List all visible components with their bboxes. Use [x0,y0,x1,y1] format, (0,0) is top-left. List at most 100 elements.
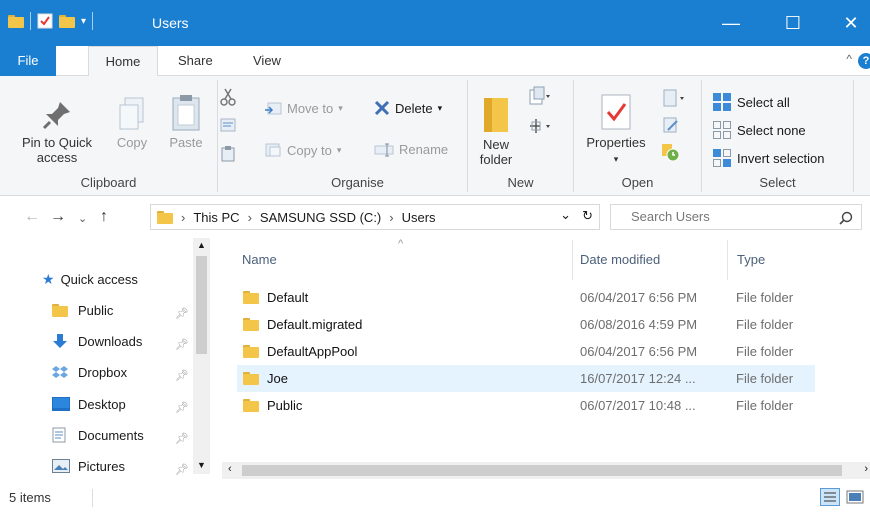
file-list-horizontal-scrollbar[interactable]: ‹ › [222,462,870,479]
copy-to-label: Copy to [287,142,332,158]
copy-path-icon[interactable] [220,118,236,132]
close-button[interactable]: ✕ [828,0,870,46]
new-folder-label-line2: folder [479,152,513,167]
column-header-type[interactable]: Type [737,252,765,267]
file-type: File folder [736,344,794,359]
delete-button[interactable]: Delete ▾ [374,100,442,116]
download-icon [53,334,67,348]
file-date: 06/08/2016 4:59 PM [580,317,698,332]
divider [92,489,93,507]
breadcrumb-separator-icon: › [247,209,252,225]
window-title: Users [152,15,189,31]
address-bar[interactable]: › This PC › SAMSUNG SSD (C:) › Users ⌄ ↻ [150,204,600,230]
pin-icon[interactable]: 📌︎ [175,401,189,414]
copy-to-button[interactable]: Copy to ▾ [264,142,341,158]
new-folder-label-line1: New [482,137,509,152]
pin-icon[interactable]: 📌︎ [175,307,189,320]
new-folder-icon[interactable] [59,14,75,28]
table-row[interactable]: Default 06/04/2017 6:56 PM File folder [237,284,815,311]
scroll-right-icon[interactable]: › [864,463,868,475]
file-type: File folder [736,371,794,386]
tab-file[interactable]: File [0,46,56,76]
forward-arrow-icon[interactable]: → [50,208,66,226]
nav-item-public[interactable]: Public [52,296,242,324]
scroll-down-icon[interactable]: ▼ [197,460,206,470]
copy-to-icon [265,143,281,157]
refresh-icon[interactable]: ↻ [582,208,593,224]
search-input[interactable]: Search Users [610,204,862,230]
file-name: Public [267,398,303,413]
column-divider[interactable] [572,240,573,280]
table-row-selected[interactable]: Joe 16/07/2017 12:24 ... File folder [237,365,815,392]
pin-icon[interactable]: 📌︎ [175,432,189,445]
select-none-icon [713,121,731,139]
table-row[interactable]: Default.migrated 06/08/2016 4:59 PM File… [237,311,815,338]
properties-button[interactable]: Properties ▾ [580,92,652,167]
invert-selection-button[interactable]: Invert selection [712,148,824,168]
star-icon: ★ [42,270,55,287]
move-to-icon [265,102,282,115]
breadcrumb-users[interactable]: Users [402,210,436,225]
recent-locations-chevron-icon[interactable]: ⌄ [78,212,87,225]
column-header-name[interactable]: Name [242,252,277,267]
nav-item-downloads[interactable]: Downloads [52,327,242,355]
select-none-button[interactable]: Select none [712,120,806,140]
large-icons-view-icon[interactable] [846,489,864,505]
pin-to-quick-access-button[interactable]: Pin to Quick access [16,98,98,165]
move-to-button[interactable]: Move to ▾ [264,100,343,116]
tab-home[interactable]: Home [88,46,158,77]
column-divider[interactable] [727,240,728,280]
chevron-up-icon[interactable]: ^ [846,52,852,66]
copy-button[interactable]: Copy [112,96,152,150]
invert-selection-label: Invert selection [737,150,825,166]
customize-qat-dropdown-icon[interactable]: ▾ [81,16,86,27]
back-arrow-icon[interactable]: ← [24,208,40,226]
paste-shortcut-icon[interactable] [221,146,235,162]
nav-item-documents[interactable]: Documents [52,421,242,449]
cut-icon[interactable] [220,88,236,106]
file-name: DefaultAppPool [267,344,358,359]
pin-icon[interactable]: 📌︎ [175,369,189,382]
pin-icon [42,102,70,130]
select-all-button[interactable]: Select all [712,92,790,112]
new-item-icon[interactable] [528,86,552,106]
select-group-label: Select [759,175,796,190]
navigation-pane-scrollbar[interactable]: ▲ ▼ [193,238,210,474]
scroll-up-icon[interactable]: ▲ [197,240,206,250]
search-icon[interactable] [839,211,853,225]
details-view-icon[interactable] [820,488,840,506]
nav-item-dropbox[interactable]: Dropbox [52,358,242,386]
tab-share[interactable]: Share [178,46,213,76]
select-none-label: Select none [737,122,806,138]
history-icon[interactable] [660,142,680,162]
minimize-button[interactable]: — [708,0,754,46]
nav-item-desktop[interactable]: Desktop [52,390,242,418]
paste-button[interactable]: Paste [166,94,206,150]
folder-icon[interactable] [8,14,24,28]
rename-button[interactable]: Rename [374,142,448,157]
tab-view[interactable]: View [253,46,281,76]
new-folder-button[interactable]: New folder [472,94,520,167]
open-icon[interactable] [660,88,688,108]
breadcrumb-this-pc[interactable]: This PC [193,210,239,225]
table-row[interactable]: Public 06/07/2017 10:48 ... File folder [237,392,815,419]
pin-icon[interactable]: 📌︎ [175,338,189,351]
up-arrow-icon[interactable]: ↑ [100,208,108,226]
new-group-label: New [507,175,534,190]
easy-access-icon[interactable] [528,116,552,136]
table-row[interactable]: DefaultAppPool 06/04/2017 6:56 PM File f… [237,338,815,365]
nav-item-pictures[interactable]: Pictures [52,452,242,480]
edit-icon[interactable] [662,116,680,134]
scroll-left-icon[interactable]: ‹ [228,463,232,475]
ribbon: Pin to Quick access Copy Paste Clipboard… [0,76,870,196]
scroll-thumb[interactable] [242,465,842,476]
help-icon[interactable]: ? [858,53,870,69]
column-header-date-modified[interactable]: Date modified [580,252,660,267]
scroll-thumb[interactable] [196,256,207,354]
properties-check-icon[interactable] [37,13,53,29]
nav-item-label: Pictures [78,458,125,474]
pin-icon[interactable]: 📌︎ [175,463,189,476]
breadcrumb-drive[interactable]: SAMSUNG SSD (C:) [260,210,381,225]
maximize-button[interactable]: ☐ [770,0,816,46]
address-history-dropdown-icon[interactable]: ⌄ [560,207,571,223]
